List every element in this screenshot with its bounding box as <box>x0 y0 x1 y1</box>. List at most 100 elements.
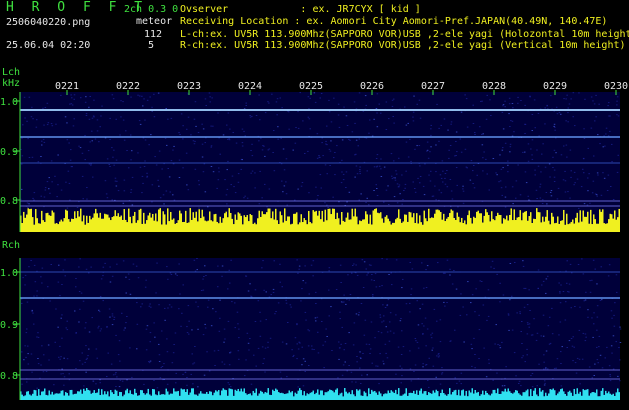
lch-activity-bar <box>93 213 95 232</box>
noise-speck <box>379 314 381 316</box>
noise-speck <box>108 164 110 165</box>
rch-activity-bar <box>515 390 517 400</box>
rch-activity-bar <box>348 392 350 400</box>
noise-speck <box>391 175 393 177</box>
noise-speck <box>219 153 221 155</box>
noise-speck <box>596 316 599 318</box>
rch-activity-bar <box>327 391 329 400</box>
noise-speck <box>553 149 556 151</box>
noise-speck <box>393 196 396 198</box>
noise-speck <box>90 164 92 166</box>
lch-activity-bar <box>170 211 172 232</box>
lch-activity-bar <box>282 222 284 232</box>
noise-speck <box>480 100 482 102</box>
noise-speck <box>490 266 492 268</box>
lch-activity-bar <box>348 219 350 232</box>
noise-speck <box>545 292 547 294</box>
noise-speck <box>62 269 65 271</box>
noise-speck <box>507 313 510 315</box>
noise-speck <box>609 380 612 382</box>
lch-activity-bar <box>368 223 370 232</box>
noise-speck <box>61 284 63 285</box>
noise-speck <box>281 286 283 288</box>
noise-speck <box>419 117 422 119</box>
noise-speck <box>432 365 435 367</box>
noise-speck <box>63 384 65 386</box>
noise-speck <box>360 193 362 195</box>
rch-activity-bar <box>224 389 226 400</box>
noise-speck <box>227 112 230 114</box>
lch-activity-bar <box>300 214 302 232</box>
noise-speck <box>146 175 149 177</box>
noise-speck <box>186 184 188 186</box>
noise-speck <box>524 171 527 173</box>
noise-speck <box>104 262 106 264</box>
noise-speck <box>192 383 194 385</box>
noise-speck <box>549 316 551 318</box>
lch-activity-bar <box>471 223 473 232</box>
rch-activity-bar <box>234 389 236 400</box>
noise-speck <box>545 278 548 280</box>
noise-speck <box>564 170 566 172</box>
noise-speck <box>555 152 557 154</box>
lch-activity-bar <box>434 213 436 232</box>
rch-activity-bar <box>197 395 199 400</box>
lch-activity-bar <box>576 212 578 232</box>
lch-activity-bar <box>347 212 349 232</box>
noise-speck <box>324 202 326 204</box>
rch-activity-bar <box>405 388 407 400</box>
rch-activity-bar <box>432 390 434 400</box>
noise-speck <box>373 118 375 120</box>
noise-speck <box>568 103 571 105</box>
noise-speck <box>567 121 569 123</box>
noise-speck <box>282 148 285 150</box>
lch-activity-bar <box>68 219 70 232</box>
noise-speck <box>529 310 531 311</box>
rch-activity-bar <box>86 388 88 400</box>
noise-speck <box>27 353 29 355</box>
noise-speck <box>261 197 263 199</box>
noise-speck <box>298 265 301 267</box>
noise-speck <box>206 351 208 353</box>
rch-activity-bar <box>137 395 139 400</box>
rch-activity-bar <box>186 389 188 400</box>
noise-speck <box>141 192 143 194</box>
rch-activity-bar <box>471 388 473 400</box>
noise-speck <box>391 284 393 286</box>
noise-speck <box>96 119 99 121</box>
noise-speck <box>385 352 387 354</box>
noise-speck <box>511 186 514 188</box>
noise-speck <box>380 332 383 334</box>
noise-speck <box>126 316 128 317</box>
noise-speck <box>61 368 63 370</box>
noise-speck <box>260 137 262 139</box>
noise-speck <box>511 103 514 104</box>
noise-speck <box>170 306 173 308</box>
lch-activity-bar <box>459 222 461 232</box>
noise-speck <box>339 311 341 313</box>
noise-speck <box>519 313 521 315</box>
noise-speck <box>161 168 163 170</box>
rch-activity-bar <box>239 391 241 400</box>
rch-activity-bar <box>437 391 439 400</box>
noise-speck <box>78 145 80 147</box>
noise-speck <box>319 156 321 158</box>
noise-speck <box>247 342 250 344</box>
noise-speck <box>243 197 245 199</box>
noise-speck <box>572 336 574 338</box>
rch-activity-bar <box>392 391 394 400</box>
lch-activity-bar <box>105 214 107 232</box>
noise-speck <box>429 180 432 182</box>
noise-speck <box>188 333 190 335</box>
noise-speck <box>288 111 290 113</box>
noise-speck <box>575 372 578 374</box>
noise-speck <box>161 330 163 332</box>
rch-activity-bar <box>80 389 82 400</box>
noise-speck <box>193 362 196 364</box>
lch-activity-bar <box>107 214 109 232</box>
noise-speck <box>478 329 481 331</box>
noise-speck <box>416 341 419 343</box>
lch-activity-bar <box>465 224 467 232</box>
noise-speck <box>51 125 54 127</box>
noise-speck <box>424 163 426 165</box>
